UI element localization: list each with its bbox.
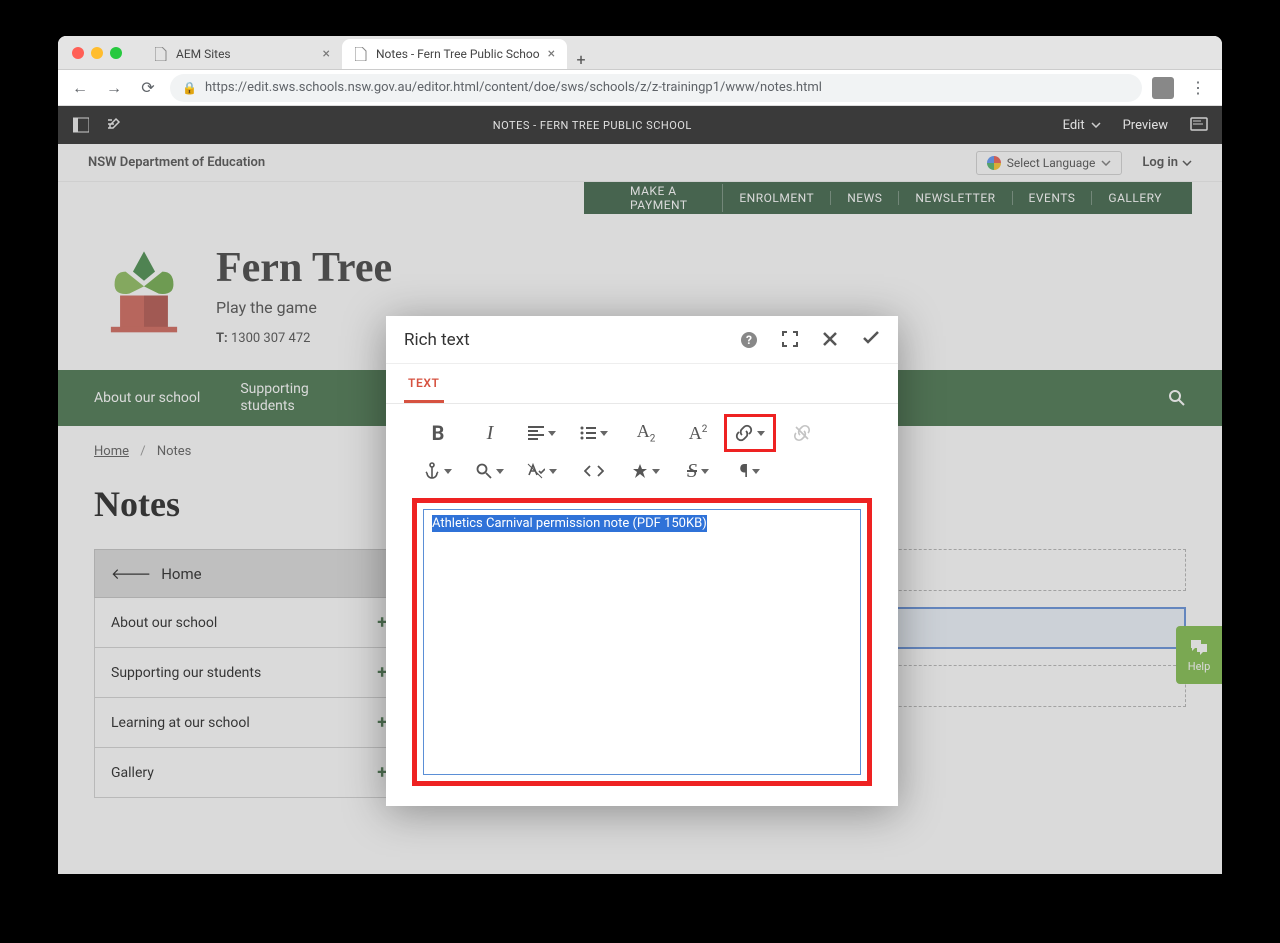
sidebar-nav: 🡐 Home About our school+ Supporting our … <box>94 549 404 798</box>
align-button[interactable] <box>516 414 568 452</box>
tab-strip: AEM Sites × Notes - Fern Tree Public Sch… <box>142 36 595 69</box>
nav-enrolment[interactable]: ENROLMENT <box>723 191 831 205</box>
nav-payment[interactable]: MAKE A PAYMENT <box>614 184 723 212</box>
paraformat-button[interactable]: ¶ <box>724 452 776 490</box>
lock-icon: 🔒 <box>182 81 197 95</box>
tab-title: Notes - Fern Tree Public Schoo <box>376 47 540 61</box>
confirm-icon[interactable] <box>862 331 880 349</box>
side-panel-icon[interactable] <box>72 116 90 134</box>
back-button[interactable]: ← <box>68 76 92 100</box>
find-button[interactable] <box>464 452 516 490</box>
rte-toolbar: B I A2 A2 S ¶ <box>386 404 898 492</box>
editor-highlight: Athletics Carnival permission note (PDF … <box>412 498 872 786</box>
annotate-icon[interactable] <box>1190 116 1208 134</box>
nav-supporting[interactable]: Supportingstudents <box>240 381 308 415</box>
site-logo <box>98 244 190 336</box>
sidebar-home[interactable]: 🡐 Home <box>94 549 404 598</box>
nav-about[interactable]: About our school <box>94 390 200 406</box>
breadcrumb-home[interactable]: Home <box>94 444 129 459</box>
window-controls <box>72 47 122 59</box>
sidebar-item-gallery[interactable]: Gallery+ <box>94 748 404 798</box>
dialog-header: Rich text ? <box>386 316 898 364</box>
site-name: Fern Tree <box>216 244 392 292</box>
site-phone: T: 1300 307 472 <box>216 331 392 346</box>
minimize-window[interactable] <box>91 47 103 59</box>
close-window[interactable] <box>72 47 84 59</box>
breadcrumb-current: Notes <box>157 444 192 459</box>
language-selector[interactable]: Select Language <box>976 151 1123 175</box>
page-viewport: NOTES - FERN TREE PUBLIC SCHOOL Edit Pre… <box>58 106 1222 874</box>
help-tab[interactable]: Help <box>1176 626 1222 684</box>
chevron-down-icon <box>1182 160 1192 166</box>
help-icon[interactable]: ? <box>740 331 758 349</box>
selected-text: Athletics Carnival permission note (PDF … <box>432 515 707 532</box>
sidebar-item-about[interactable]: About our school+ <box>94 598 404 648</box>
address-bar: ← → ⟳ 🔒 https://edit.sws.schools.nsw.gov… <box>58 70 1222 106</box>
chevron-down-icon <box>1091 122 1101 128</box>
close-tab-icon[interactable]: × <box>548 46 555 62</box>
unlink-button[interactable] <box>776 414 828 452</box>
tab-title: AEM Sites <box>176 47 231 61</box>
italic-button[interactable]: I <box>464 414 516 452</box>
dept-label: NSW Department of Education <box>88 155 265 170</box>
tab-text[interactable]: TEXT <box>404 364 444 403</box>
tab-aem-sites[interactable]: AEM Sites × <box>142 39 342 69</box>
url-input[interactable]: 🔒 https://edit.sws.schools.nsw.gov.au/ed… <box>170 74 1142 102</box>
profile-icon[interactable] <box>1152 77 1174 99</box>
browser-window: AEM Sites × Notes - Fern Tree Public Sch… <box>58 36 1222 874</box>
url-text: https://edit.sws.schools.nsw.gov.au/edit… <box>205 80 822 95</box>
chevron-down-icon <box>1101 160 1111 166</box>
rte-textarea[interactable]: Athletics Carnival permission note (PDF … <box>423 509 861 775</box>
chat-icon <box>1189 638 1209 656</box>
nav-newsletter[interactable]: NEWSLETTER <box>899 191 1012 205</box>
list-button[interactable] <box>568 414 620 452</box>
page-info-icon[interactable] <box>104 116 122 134</box>
anchor-button[interactable] <box>412 452 464 490</box>
browser-menu[interactable]: ⋮ <box>1184 78 1212 97</box>
top-nav: MAKE A PAYMENT ENROLMENT NEWS NEWSLETTER… <box>584 182 1192 214</box>
fullscreen-icon[interactable] <box>782 331 798 349</box>
close-icon[interactable] <box>822 331 838 349</box>
svg-text:?: ? <box>746 333 752 347</box>
specialchar-button[interactable] <box>620 452 672 490</box>
arrow-left-icon: 🡐 <box>111 564 151 583</box>
utility-bar: NSW Department of Education Select Langu… <box>58 144 1222 182</box>
search-icon[interactable] <box>1168 389 1186 407</box>
sidebar-item-supporting[interactable]: Supporting our students+ <box>94 648 404 698</box>
forward-button[interactable]: → <box>102 76 126 100</box>
page-icon <box>354 47 368 61</box>
mode-selector[interactable]: Edit <box>1063 118 1101 133</box>
login-link[interactable]: Log in <box>1142 155 1192 170</box>
dialog-tabs: TEXT <box>386 364 898 404</box>
reload-button[interactable]: ⟳ <box>136 76 160 100</box>
new-tab-button[interactable]: + <box>567 50 595 69</box>
subscript-button[interactable]: A2 <box>620 414 672 452</box>
aem-page-title: NOTES - FERN TREE PUBLIC SCHOOL <box>122 119 1063 132</box>
nav-events[interactable]: EVENTS <box>1013 191 1093 205</box>
superscript-button[interactable]: A2 <box>672 414 724 452</box>
spellcheck-button[interactable] <box>516 452 568 490</box>
hyperlink-button[interactable] <box>724 414 776 452</box>
strikethrough-button[interactable]: S <box>672 452 724 490</box>
close-tab-icon[interactable]: × <box>323 46 330 62</box>
page-icon <box>154 47 168 61</box>
google-icon <box>987 156 1001 170</box>
bold-button[interactable]: B <box>412 414 464 452</box>
tab-notes[interactable]: Notes - Fern Tree Public Schoo × <box>342 39 567 69</box>
titlebar: AEM Sites × Notes - Fern Tree Public Sch… <box>58 36 1222 70</box>
sidebar-item-learning[interactable]: Learning at our school+ <box>94 698 404 748</box>
source-button[interactable] <box>568 452 620 490</box>
preview-button[interactable]: Preview <box>1123 118 1168 133</box>
maximize-window[interactable] <box>110 47 122 59</box>
site-tagline: Play the game <box>216 298 392 317</box>
rich-text-dialog: Rich text ? TEXT B I A2 A2 <box>386 316 898 806</box>
nav-gallery[interactable]: GALLERY <box>1092 191 1162 205</box>
nav-news[interactable]: NEWS <box>831 191 899 205</box>
dialog-title: Rich text <box>404 330 470 350</box>
aem-toolbar: NOTES - FERN TREE PUBLIC SCHOOL Edit Pre… <box>58 106 1222 144</box>
